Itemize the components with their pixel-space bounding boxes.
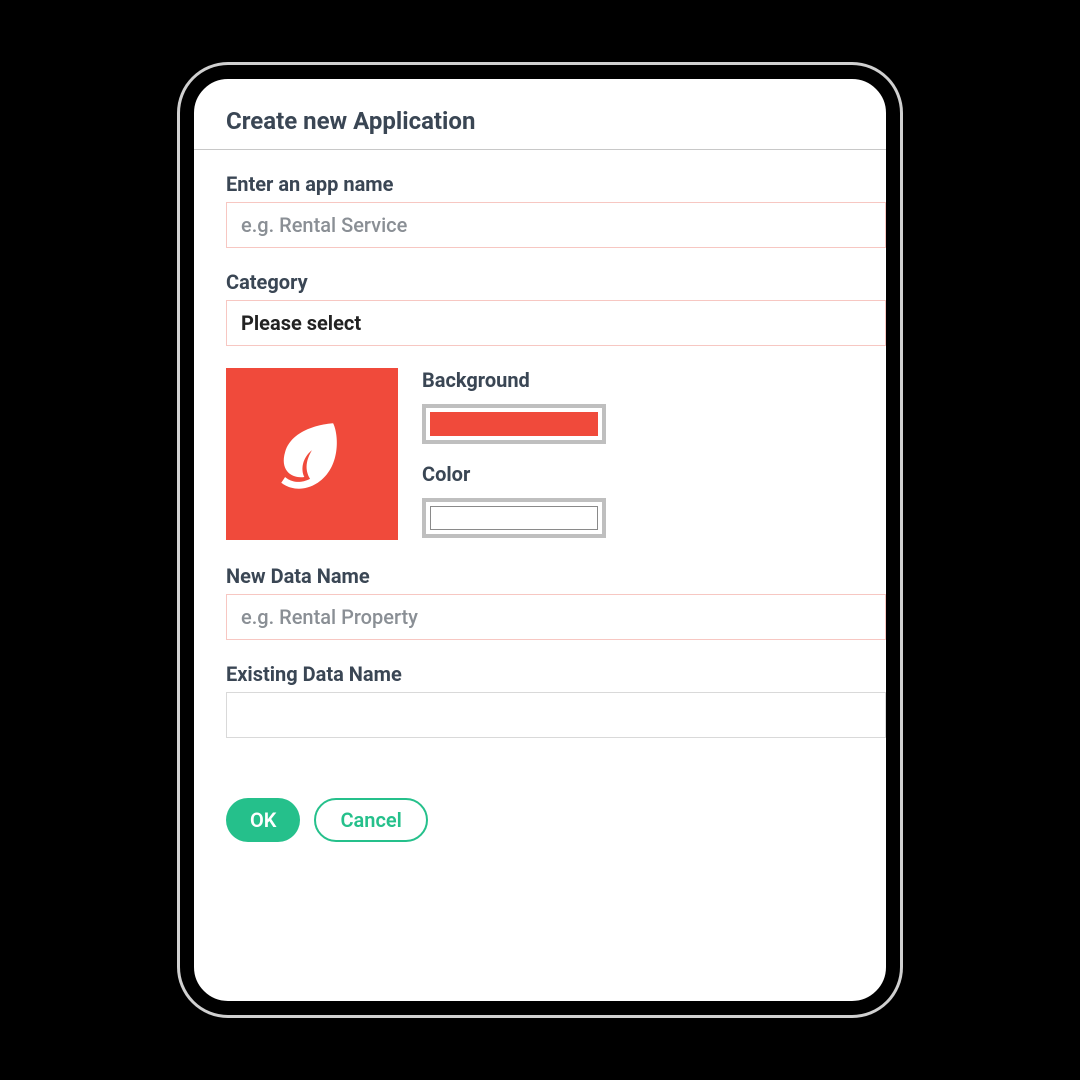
color-label: Color [422, 462, 606, 486]
category-field: Category Please select [226, 270, 854, 346]
app-name-label: Enter an app name [226, 172, 854, 196]
new-data-name-field: New Data Name [226, 564, 854, 640]
tablet-frame: Create new Application Enter an app name… [180, 65, 900, 1015]
icon-color-group: Color [422, 462, 606, 538]
color-controls: Background Color [422, 368, 606, 538]
category-selected-value: Please select [241, 311, 361, 335]
category-select[interactable]: Please select [226, 300, 886, 346]
icon-color-swatch [430, 506, 598, 530]
existing-data-name-field: Existing Data Name [226, 662, 854, 738]
icon-color-picker[interactable] [422, 498, 606, 538]
icon-preview[interactable] [226, 368, 398, 540]
category-label: Category [226, 270, 854, 294]
background-color-group: Background [422, 368, 606, 444]
ok-button[interactable]: OK [226, 798, 300, 842]
existing-data-name-input[interactable] [226, 692, 886, 738]
dialog-content: Create new Application Enter an app name… [194, 79, 886, 866]
new-data-name-label: New Data Name [226, 564, 854, 588]
dialog-title: Create new Application [226, 107, 854, 149]
header-divider [194, 149, 886, 150]
leaf-icon [264, 404, 360, 504]
background-label: Background [422, 368, 606, 392]
cancel-button[interactable]: Cancel [314, 798, 427, 842]
app-name-input[interactable] [226, 202, 886, 248]
app-name-field: Enter an app name [226, 172, 854, 248]
existing-data-name-label: Existing Data Name [226, 662, 854, 686]
background-color-picker[interactable] [422, 404, 606, 444]
dialog-footer: OK Cancel [226, 798, 854, 842]
icon-color-row: Background Color [226, 368, 854, 540]
new-data-name-input[interactable] [226, 594, 886, 640]
background-swatch [430, 412, 598, 436]
